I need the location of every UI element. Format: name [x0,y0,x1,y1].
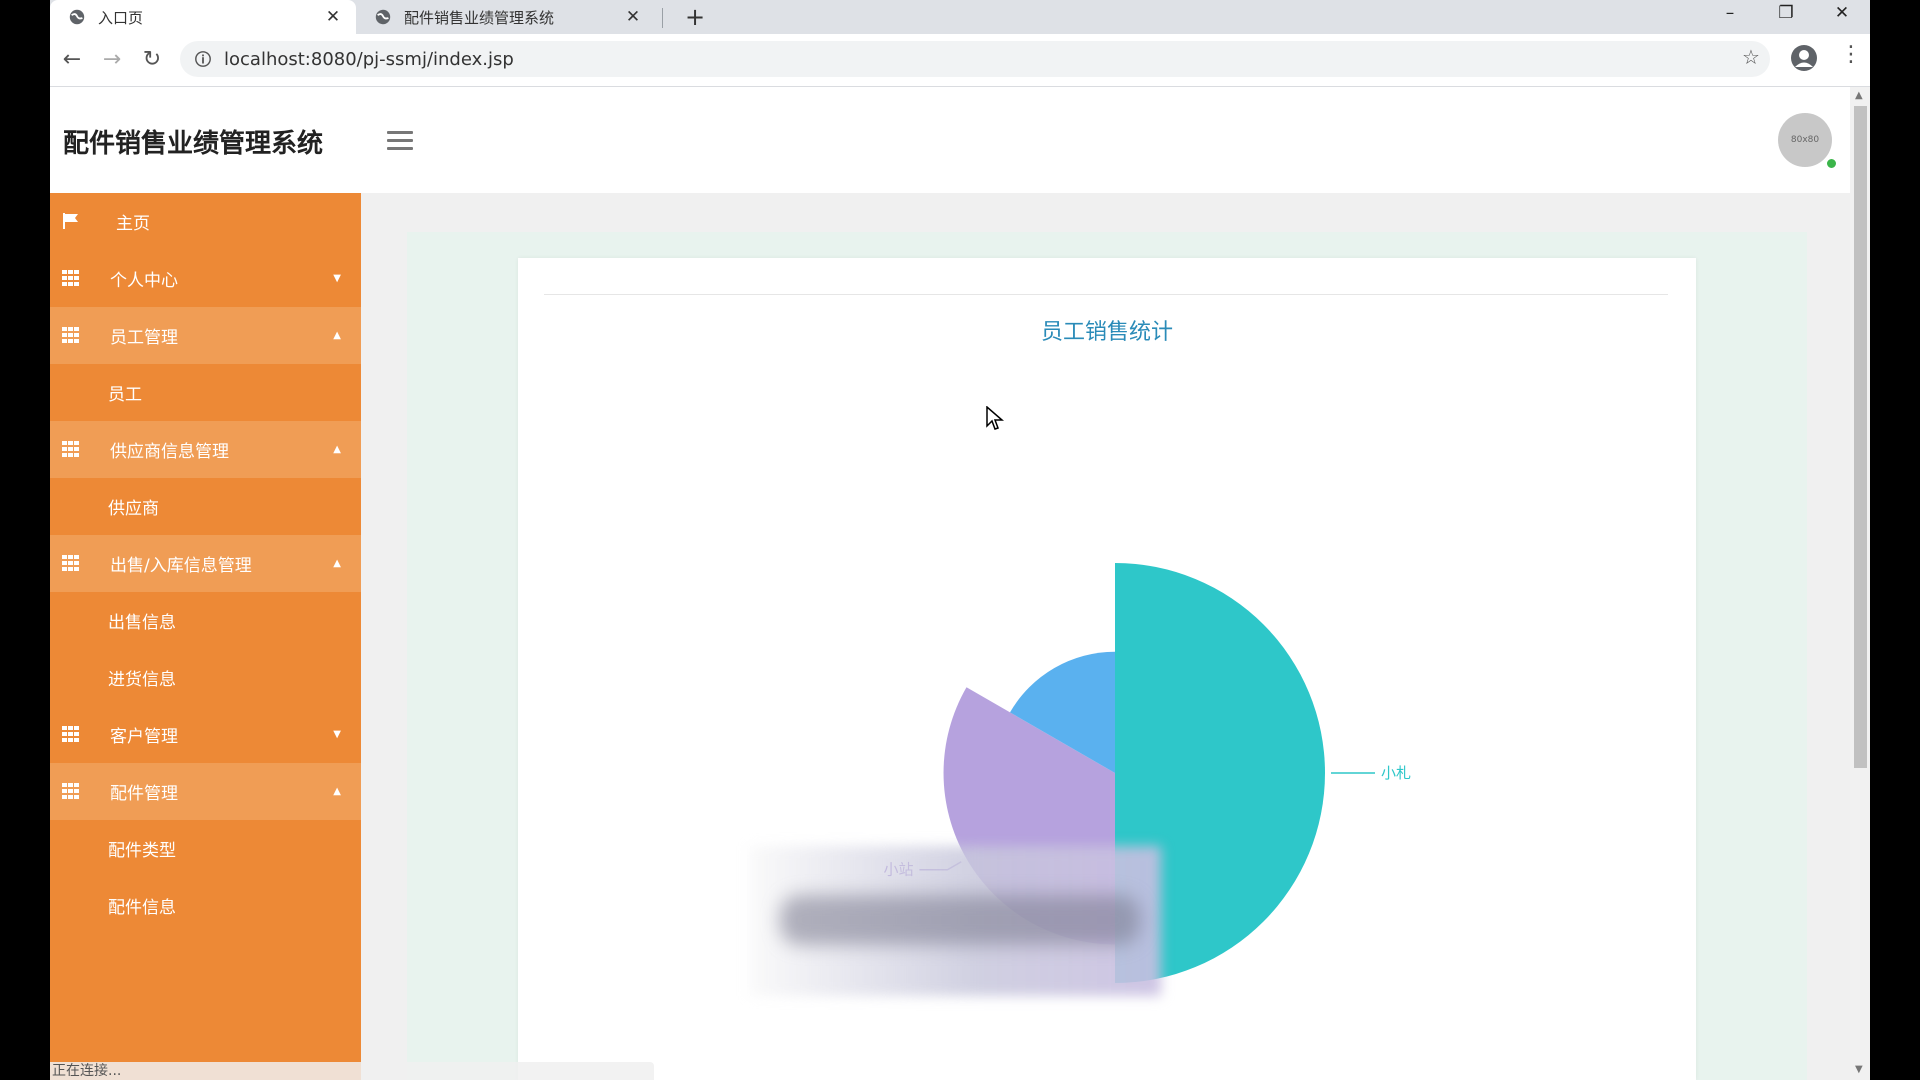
grid-icon [62,555,79,571]
blurred-label [780,895,1140,945]
close-window-button[interactable]: ✕ [1814,0,1870,28]
tab-title: 入口页 [98,8,144,27]
tab-system[interactable]: 配件销售业绩管理系统 ✕ [356,0,656,34]
sidebar-item-parts-type[interactable]: 配件类型 [50,820,361,877]
sidebar-item-label: 员工 [108,385,142,405]
sidebar-item-parts-management[interactable]: 配件管理 ▲ [50,763,361,820]
bookmark-star-icon[interactable]: ☆ [1742,45,1760,69]
forward-arrow-icon[interactable]: → [98,46,126,74]
sidebar-item-label: 配件管理 [110,784,178,804]
caret-down-icon: ▼ [333,729,341,740]
hamburger-menu-icon[interactable] [387,131,413,151]
browser-window: 入口页 ✕ 配件销售业绩管理系统 ✕ + – ❐ ✕ ← → ↻ localho… [50,0,1870,1080]
app-header: 配件销售业绩管理系统 80x80 [50,87,1850,193]
sidebar-item-label: 供应商信息管理 [110,442,229,462]
reload-icon[interactable]: ↻ [138,46,166,74]
sidebar-item-label: 进货信息 [108,670,176,690]
online-status-dot [1825,157,1838,170]
tab-strip: 入口页 ✕ 配件销售业绩管理系统 ✕ + – ❐ ✕ [50,0,1870,34]
grid-icon [62,783,79,799]
sidebar-item-personal-center[interactable]: 个人中心 ▼ [50,250,361,307]
sidebar-item-parts-info[interactable]: 配件信息 [50,877,361,934]
minimize-button[interactable]: – [1702,0,1758,28]
screen-border [1870,0,1920,1080]
caret-up-icon: ▲ [333,330,341,341]
sidebar: 主页 个人中心 ▼ 员工管理 ▲ 员工 供应商信息管理 ▲ 供应商 出售/入库信… [50,193,361,1080]
status-text: 正在连接... [50,1062,654,1080]
back-arrow-icon[interactable]: ← [58,46,86,74]
chart-title: 员工销售统计 [1040,320,1173,345]
caret-up-icon: ▲ [333,786,341,797]
globe-icon [69,9,85,25]
grid-icon [62,327,79,343]
sidebar-item-staff[interactable]: 员工 [50,364,361,421]
sidebar-item-sales-info[interactable]: 出售信息 [50,592,361,649]
sidebar-item-sales-stock-management[interactable]: 出售/入库信息管理 ▲ [50,535,361,592]
tab-separator [662,8,663,28]
sidebar-item-label: 出售/入库信息管理 [110,556,252,576]
sidebar-item-label: 配件信息 [108,898,176,918]
caret-up-icon: ▲ [333,558,341,569]
restore-button[interactable]: ❐ [1758,0,1814,28]
sidebar-item-staff-management[interactable]: 员工管理 ▲ [50,307,361,364]
new-tab-button[interactable]: + [680,2,710,32]
caret-down-icon: ▼ [333,273,341,284]
grid-icon [62,441,79,457]
browser-toolbar: ← → ↻ localhost:8080/pj-ssmj/index.jsp ☆… [50,34,1870,87]
sidebar-item-customer-management[interactable]: 客户管理 ▼ [50,706,361,763]
grid-icon [62,270,79,286]
flag-icon [63,213,78,229]
scroll-up-icon[interactable]: ▲ [1855,90,1863,101]
tab-title: 配件销售业绩管理系统 [404,8,555,27]
sidebar-item-purchase-info[interactable]: 进货信息 [50,649,361,706]
caret-up-icon: ▲ [333,444,341,455]
sidebar-item-supplier[interactable]: 供应商 [50,478,361,535]
avatar[interactable]: 80x80 [1778,113,1832,167]
tab-close-icon[interactable]: ✕ [622,7,644,27]
sidebar-item-label: 出售信息 [108,613,176,633]
address-bar[interactable]: localhost:8080/pj-ssmj/index.jsp [180,41,1770,77]
profile-icon[interactable] [1790,44,1818,72]
globe-icon [375,9,391,25]
sidebar-item-label: 供应商 [108,499,159,519]
sidebar-item-label: 主页 [116,214,150,234]
sidebar-item-home[interactable]: 主页 [50,193,361,250]
tab-close-icon[interactable]: ✕ [322,7,344,27]
mouse-cursor-icon [986,406,1004,430]
sidebar-item-label: 客户管理 [110,727,178,747]
grid-icon [62,726,79,742]
info-icon [195,51,211,67]
sidebar-item-label: 个人中心 [110,271,178,291]
url-text: localhost:8080/pj-ssmj/index.jsp [224,48,514,70]
browser-menu-icon[interactable]: ⋮ [1840,42,1862,67]
tab-entry-page[interactable]: 入口页 ✕ [50,0,356,34]
sidebar-item-supplier-management[interactable]: 供应商信息管理 ▲ [50,421,361,478]
app-title: 配件销售业绩管理系统 [63,129,324,159]
sidebar-item-label: 员工管理 [110,328,178,348]
scroll-down-icon[interactable]: ▼ [1855,1064,1863,1075]
sidebar-item-label: 配件类型 [108,841,176,861]
scrollbar-thumb[interactable] [1854,106,1867,768]
card-divider [544,294,1668,295]
